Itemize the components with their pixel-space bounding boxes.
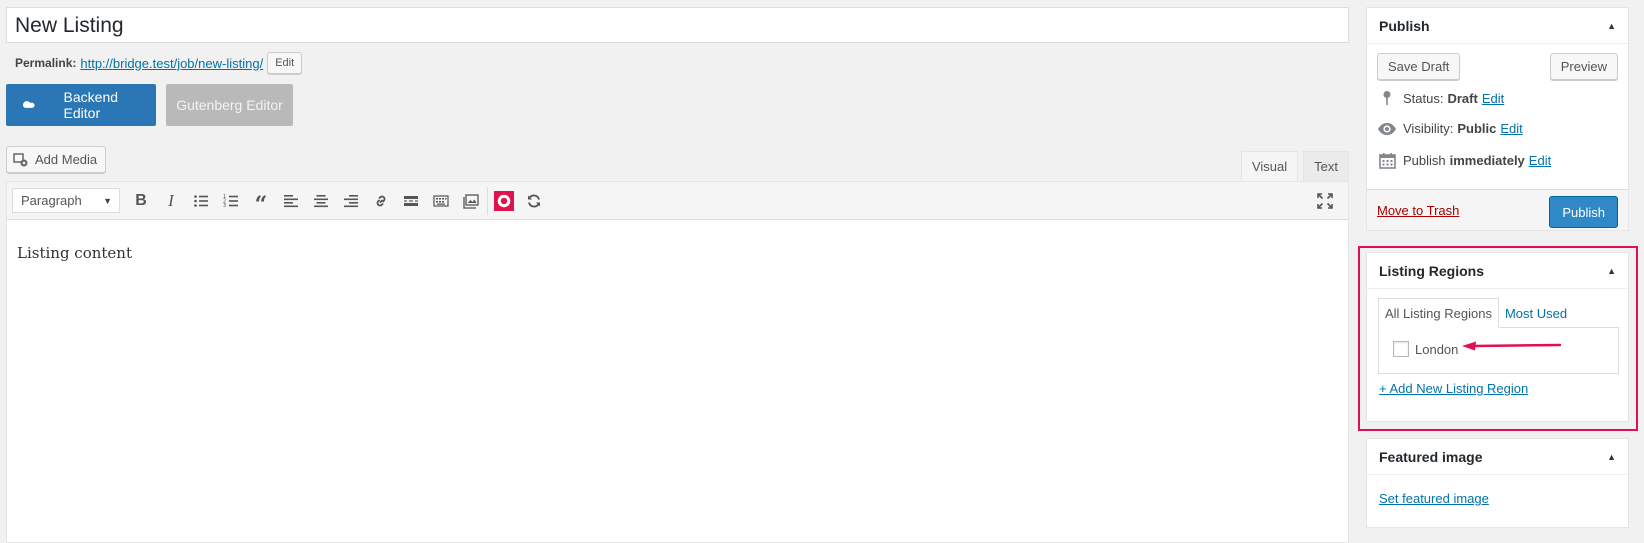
read-more-icon[interactable] <box>396 186 426 216</box>
featured-image-box: Featured image ▲ Set featured image <box>1366 438 1629 528</box>
listing-regions-box: Listing Regions ▲ All Listing Regions Mo… <box>1366 252 1629 422</box>
link-icon[interactable] <box>366 186 396 216</box>
pin-icon <box>1377 90 1397 106</box>
region-label: London <box>1415 341 1459 357</box>
annotation-arrow-icon <box>1462 341 1562 351</box>
regions-tabs: All Listing Regions Most Used <box>1378 298 1573 328</box>
align-center-icon[interactable] <box>306 186 336 216</box>
bullet-list-icon[interactable] <box>186 186 216 216</box>
permalink-row: Permalink: http://bridge.test/job/new-li… <box>15 52 303 74</box>
region-item-london[interactable]: London <box>1393 341 1458 357</box>
status-edit-link[interactable]: Edit <box>1482 91 1504 106</box>
tab-most-used[interactable]: Most Used <box>1499 298 1573 328</box>
visibility-row: Visibility: Public Edit <box>1377 121 1523 136</box>
svg-text:3: 3 <box>223 203 226 209</box>
tab-all-listing-regions[interactable]: All Listing Regions <box>1378 298 1499 328</box>
featured-image-title: Featured image <box>1379 448 1483 465</box>
status-row: Status: Draft Edit <box>1377 90 1504 106</box>
featured-image-header[interactable]: Featured image ▲ <box>1367 439 1628 475</box>
visibility-value: Public <box>1457 121 1497 136</box>
schedule-label: Publish <box>1403 153 1446 168</box>
region-checkbox[interactable] <box>1393 341 1409 357</box>
collapse-arrow-icon[interactable]: ▲ <box>1607 452 1616 462</box>
format-select-value: Paragraph <box>21 193 82 208</box>
permalink-label: Permalink: <box>15 56 77 70</box>
preview-button[interactable]: Preview <box>1549 53 1618 80</box>
eye-icon <box>1377 122 1397 136</box>
publish-box-header[interactable]: Publish ▲ <box>1367 8 1628 44</box>
refresh-icon[interactable] <box>519 186 549 216</box>
post-title-input[interactable]: New Listing <box>6 7 1349 43</box>
status-label: Status: <box>1403 90 1444 106</box>
align-left-icon[interactable] <box>276 186 306 216</box>
chevron-down-icon: ▼ <box>103 195 112 206</box>
format-select[interactable]: Paragraph ▼ <box>12 188 120 213</box>
calendar-icon <box>1377 152 1397 169</box>
toolbar-toggle-icon[interactable] <box>426 186 456 216</box>
media-icon <box>13 152 28 166</box>
status-value: Draft <box>1447 90 1478 106</box>
add-media-button[interactable]: Add Media <box>6 146 107 173</box>
backend-editor-label: Backend Editor <box>63 89 119 121</box>
permalink-link[interactable]: http://bridge.test/job/new-listing/ <box>80 56 263 71</box>
gutenberg-editor-label: Gutenberg Editor <box>176 97 283 113</box>
content-editor: Paragraph ▼ B I 123 “ Listing content <box>6 181 1349 543</box>
fullscreen-icon[interactable] <box>1310 186 1340 216</box>
listing-regions-title: Listing Regions <box>1379 262 1484 279</box>
publish-box: Publish ▲ Save Draft Preview Status: Dra… <box>1366 7 1629 231</box>
record-icon[interactable] <box>489 186 519 216</box>
italic-icon[interactable]: I <box>156 186 186 216</box>
editor-toolbar: Paragraph ▼ B I 123 “ <box>7 182 1348 220</box>
publish-box-title: Publish <box>1379 17 1430 34</box>
collapse-arrow-icon[interactable]: ▲ <box>1607 21 1616 31</box>
numbered-list-icon[interactable]: 123 <box>216 186 246 216</box>
schedule-value: immediately <box>1449 153 1525 168</box>
tab-visual[interactable]: Visual <box>1240 151 1299 181</box>
save-draft-button[interactable]: Save Draft <box>1377 53 1461 80</box>
schedule-edit-link[interactable]: Edit <box>1529 153 1551 168</box>
listing-regions-header[interactable]: Listing Regions ▲ <box>1367 253 1628 289</box>
blockquote-icon[interactable]: “ <box>246 186 276 218</box>
toolbar-separator <box>487 186 488 215</box>
bold-icon[interactable]: B <box>126 186 156 216</box>
builder-logo-icon <box>22 101 35 108</box>
set-featured-image-link[interactable]: Set featured image <box>1379 491 1489 506</box>
publish-actions: Move to Trash Publish <box>1367 189 1628 230</box>
gutenberg-editor-button[interactable]: Gutenberg Editor <box>166 84 293 126</box>
permalink-edit-button[interactable]: Edit <box>267 52 303 74</box>
add-media-label: Add Media <box>35 152 98 167</box>
backend-editor-button[interactable]: Backend Editor <box>6 84 156 126</box>
visibility-label: Visibility: <box>1403 121 1454 136</box>
add-new-listing-region-link[interactable]: + Add New Listing Region <box>1379 381 1528 396</box>
editor-tabs: Visual Text <box>1236 151 1349 181</box>
schedule-row: Publish immediately Edit <box>1377 152 1551 169</box>
tab-text[interactable]: Text <box>1303 151 1349 181</box>
move-to-trash-link[interactable]: Move to Trash <box>1377 203 1459 218</box>
visibility-edit-link[interactable]: Edit <box>1500 121 1522 136</box>
collapse-arrow-icon[interactable]: ▲ <box>1607 266 1616 276</box>
editor-content[interactable]: Listing content <box>7 220 1348 286</box>
publish-button[interactable]: Publish <box>1549 196 1618 228</box>
align-right-icon[interactable] <box>336 186 366 216</box>
image-gallery-icon[interactable] <box>456 186 486 216</box>
